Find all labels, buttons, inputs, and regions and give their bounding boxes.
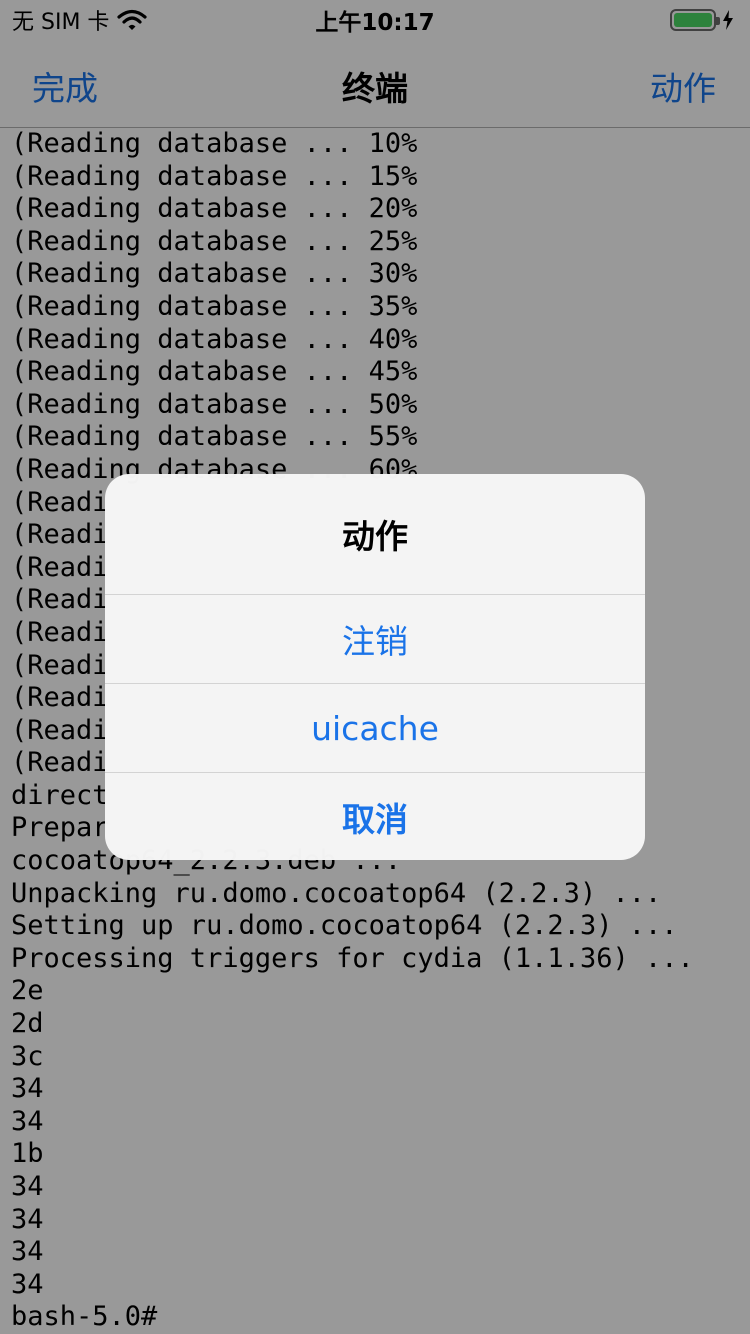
action-alert: 动作 注销 uicache 取消 [105, 474, 645, 860]
uicache-button[interactable]: uicache [105, 683, 645, 772]
logout-button[interactable]: 注销 [105, 594, 645, 683]
cancel-button[interactable]: 取消 [105, 772, 645, 860]
alert-title: 动作 [342, 517, 408, 556]
